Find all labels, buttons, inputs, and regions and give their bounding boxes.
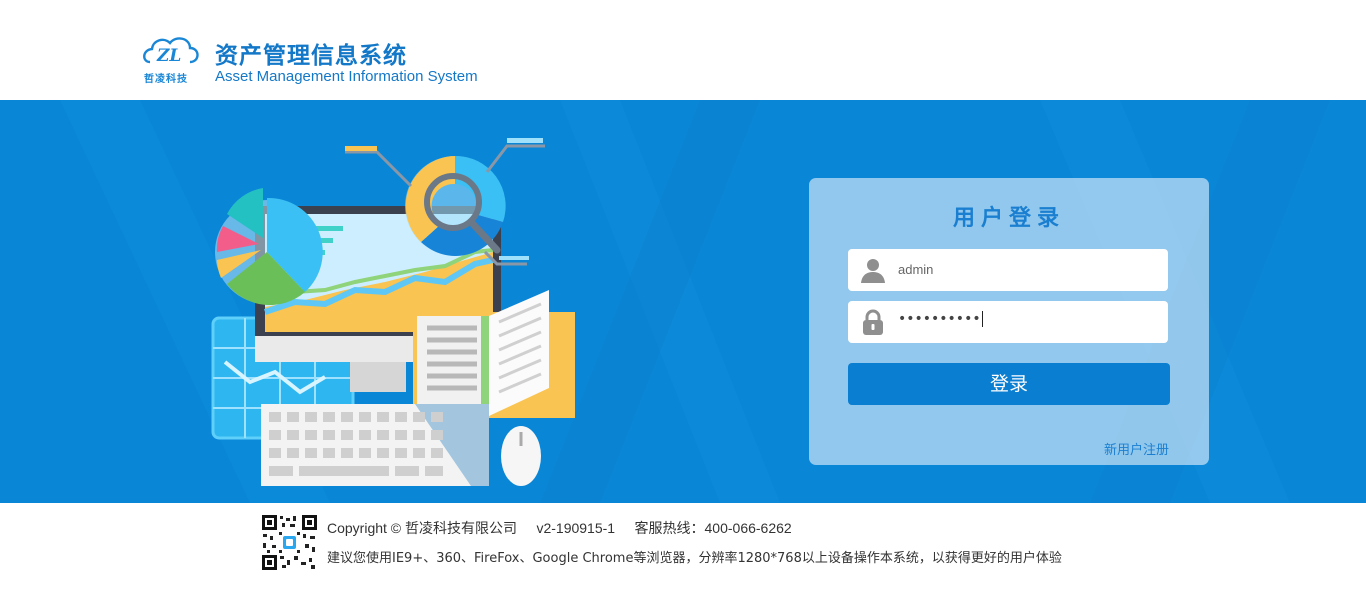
username-field[interactable]: admin bbox=[848, 249, 1168, 291]
password-field[interactable]: •••••••••• bbox=[848, 301, 1168, 343]
login-title: 用户登录 bbox=[952, 206, 1065, 231]
logo-company-name: 哲凌科技 bbox=[144, 74, 188, 85]
system-subtitle: Asset Management Information System bbox=[215, 68, 478, 85]
login-panel: 用户登录 admin •••••••••• 登录 新用户注册 bbox=[809, 178, 1209, 465]
footer: Copyright © 哲凌科技有限公司 v2-190915-1 客服热线：40… bbox=[0, 503, 1366, 613]
register-link[interactable]: 新用户注册 bbox=[1104, 439, 1169, 458]
pie-chart-graphic bbox=[215, 188, 323, 306]
qr-code-icon bbox=[261, 514, 318, 571]
banner: 用户登录 admin •••••••••• 登录 新用户注册 bbox=[0, 100, 1366, 503]
header: ZL 哲凌科技 资产管理信息系统 Asset Management Inform… bbox=[0, 0, 1366, 100]
dashboard-illustration bbox=[211, 138, 575, 486]
svg-text:ZL: ZL bbox=[156, 46, 181, 66]
browser-recommendation: 建议您使用IE9+、360、FireFox、Google Chrome等浏览器，… bbox=[327, 551, 1062, 566]
username-value: admin bbox=[898, 262, 934, 277]
system-title: 资产管理信息系统 bbox=[215, 43, 407, 69]
user-icon bbox=[861, 259, 885, 283]
login-button[interactable]: 登录 bbox=[848, 363, 1170, 405]
mouse-graphic bbox=[501, 426, 541, 486]
lock-icon bbox=[863, 309, 883, 335]
keyboard-graphic bbox=[261, 404, 489, 486]
password-value: •••••••••• bbox=[898, 311, 983, 327]
copyright-line: Copyright © 哲凌科技有限公司 v2-190915-1 客服热线：40… bbox=[327, 520, 792, 536]
